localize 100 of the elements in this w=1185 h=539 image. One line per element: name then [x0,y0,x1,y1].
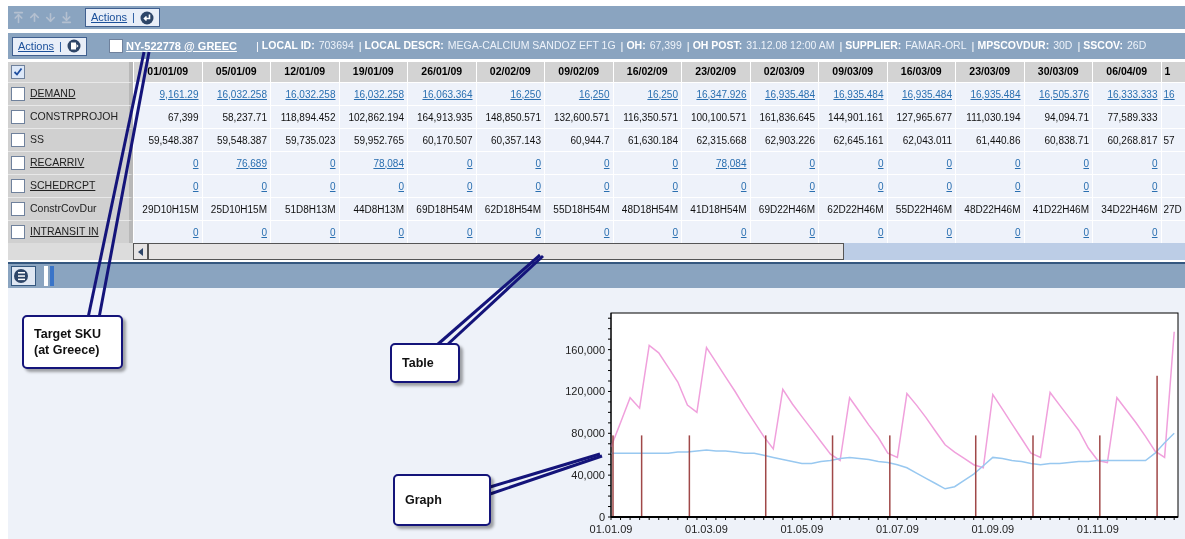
table-cell: 60,838.71 [1023,128,1092,151]
cell-link[interactable]: 16,032.258 [353,86,404,102]
cell-link[interactable]: 16,935.484 [833,86,884,102]
cell-link[interactable]: 0 [535,155,541,171]
cell-link[interactable]: 78,084 [715,155,747,171]
cell-link[interactable]: 16 [1163,86,1175,102]
cell-link[interactable]: 0 [192,178,199,194]
axis-label: 120,000 [565,385,605,398]
column-header: 26/01/09 [407,62,476,82]
checkbox[interactable] [11,225,25,239]
cell-link[interactable]: 0 [329,224,336,240]
cell-link[interactable]: 0 [1083,224,1089,240]
cell-link[interactable]: 0 [946,155,952,171]
table-cell: 29D10H15M [133,197,202,220]
cell-link[interactable]: 0 [946,224,952,240]
column-header: 1 [1160,62,1185,82]
cell-link[interactable]: 0 [877,178,884,194]
cell-link[interactable]: 16,347.926 [696,86,747,102]
row-link[interactable]: RECARRIV [30,155,85,171]
cell-link[interactable]: 16,935.484 [901,86,952,102]
cell-link[interactable]: 16,935.484 [764,86,815,102]
cell-link[interactable]: 0 [535,224,541,240]
table-cell: 61,440.86 [955,128,1024,151]
scrollbar-thumb[interactable] [148,243,844,260]
separator: | [839,38,843,54]
cell-link[interactable]: 0 [261,224,267,240]
cell-link[interactable]: 0 [329,178,336,194]
cell-link[interactable]: 0 [809,178,815,194]
cell-link[interactable]: 0 [740,178,747,194]
cell-link[interactable]: 0 [672,155,678,171]
split-view-icon[interactable] [44,266,55,286]
cell-link[interactable]: 0 [877,224,884,240]
axis-label: 01.11.09 [1076,523,1119,535]
row-link[interactable]: SCHEDRCPT [30,178,96,194]
cell-link[interactable]: 0 [466,224,473,240]
cell-link[interactable]: 0 [192,224,199,240]
info-label: OH: [626,38,646,54]
cell-link[interactable]: 0 [466,178,473,194]
column-header: 19/01/09 [338,62,407,82]
callout: Target SKU (at Greece) [22,315,123,369]
cell-link[interactable]: 0 [1083,178,1089,194]
cell-link[interactable]: 16,505.376 [1038,86,1089,102]
cell-link[interactable]: 0 [740,224,747,240]
cell-link[interactable]: 16,032.258 [216,86,267,102]
cell-link[interactable]: 16,032.258 [285,86,336,102]
cell-link[interactable]: 76,689 [236,155,267,171]
row-label: CONSTRPROJOH [30,109,119,125]
cell-link[interactable]: 16,250 [647,86,678,102]
cell-link[interactable]: 0 [1014,224,1021,240]
list-view-icon[interactable] [11,266,36,286]
table-cell: 25D10H15M [201,197,270,220]
cell-link[interactable]: 16,250 [578,86,610,102]
table-cell: 62,645.161 [818,128,887,151]
cell-link[interactable]: 16,935.484 [970,86,1021,102]
cell-link[interactable]: 0 [192,155,199,171]
row-link[interactable]: INTRANSIT IN [30,224,99,240]
cell-link[interactable]: 0 [1014,155,1021,171]
checkbox[interactable] [11,179,25,193]
scroll-left-button[interactable] [133,243,148,260]
cell-link[interactable]: 0 [1014,178,1021,194]
cell-link[interactable]: 0 [603,155,610,171]
cell-link[interactable]: 16,063.364 [422,86,473,102]
checkbox[interactable] [11,202,25,216]
cell-link[interactable]: 0 [603,178,610,194]
cell-link[interactable]: 0 [535,178,541,194]
column-header: 01/01/09 [133,62,202,82]
cell-link[interactable]: 0 [809,155,815,171]
cell-link[interactable]: 0 [1151,155,1158,171]
cell-link[interactable]: 0 [877,155,884,171]
cell-link[interactable]: 0 [603,224,610,240]
checkbox[interactable] [11,87,25,101]
checkbox[interactable] [11,65,25,79]
checkbox[interactable] [11,133,25,147]
table-cell: 94,094.71 [1023,105,1092,128]
row-link[interactable]: DEMAND [30,86,76,102]
table-cell: 34D22H46M [1092,197,1161,220]
cell-link[interactable]: 0 [1151,224,1158,240]
cell-link[interactable]: 78,084 [373,155,404,171]
actions-button[interactable]: Actions | [12,36,87,56]
cell-link[interactable]: 0 [398,178,404,194]
checkbox[interactable] [11,110,25,124]
cell-link[interactable]: 0 [809,224,815,240]
cell-link[interactable]: 0 [261,178,267,194]
cell-link[interactable]: 9,161.29 [159,86,199,102]
actions-button[interactable]: Actions | [85,8,160,27]
cell-link[interactable]: 0 [946,178,952,194]
cell-link[interactable]: 0 [672,178,678,194]
cell-link[interactable]: 0 [1083,155,1089,171]
cell-link[interactable]: 0 [329,155,336,171]
column-header: 06/04/09 [1092,62,1161,82]
cell-link[interactable]: 0 [398,224,404,240]
cell-link[interactable]: 16,333.333 [1107,86,1158,102]
checkbox[interactable] [11,156,25,170]
cell-link[interactable]: 0 [1151,178,1158,194]
cell-link[interactable]: 16,250 [510,86,541,102]
cell-link[interactable]: 0 [672,224,678,240]
info-value: 30D [1053,38,1073,54]
sku-link[interactable]: NY-522778 @ GREEC [125,37,237,55]
checkbox[interactable] [108,39,123,53]
cell-link[interactable]: 0 [466,155,473,171]
